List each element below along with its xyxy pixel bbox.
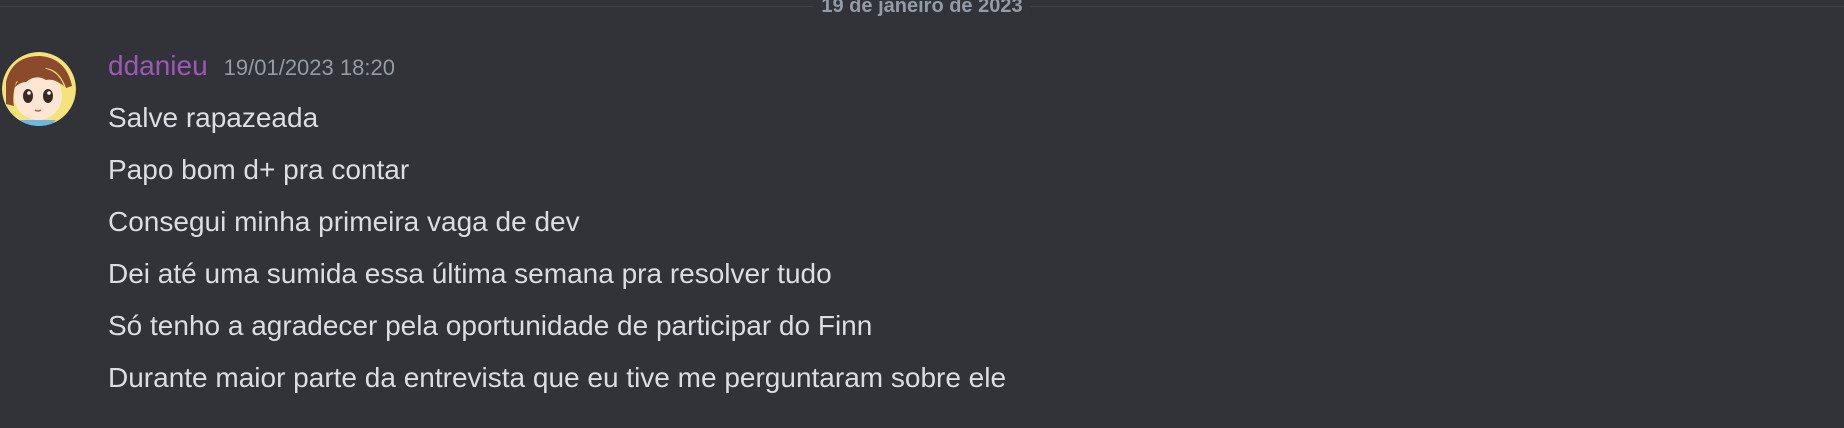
message-line: Dei até uma sumida essa última semana pr…	[108, 258, 832, 289]
avatar-image	[2, 52, 76, 126]
message-content: Salve rapazeada Papo bom d+ pra contar C…	[108, 92, 1006, 404]
message-line: Papo bom d+ pra contar	[108, 154, 410, 185]
message-line: Consegui minha primeira vaga de dev	[108, 206, 580, 237]
message-line: Salve rapazeada	[108, 102, 319, 133]
date-divider-label: 19 de janeiro de 2023	[813, 0, 1031, 16]
message-line: Durante maior parte da entrevista que eu…	[108, 362, 1007, 393]
avatar[interactable]	[2, 52, 76, 126]
message-header: ddanieu 19/01/2023 18:20	[108, 50, 395, 82]
timestamp[interactable]: 19/01/2023 18:20	[224, 55, 395, 81]
date-divider: 19 de janeiro de 2023	[0, 0, 1844, 16]
message-line: Só tenho a agradecer pela oportunidade d…	[108, 310, 873, 341]
username[interactable]: ddanieu	[108, 50, 208, 82]
